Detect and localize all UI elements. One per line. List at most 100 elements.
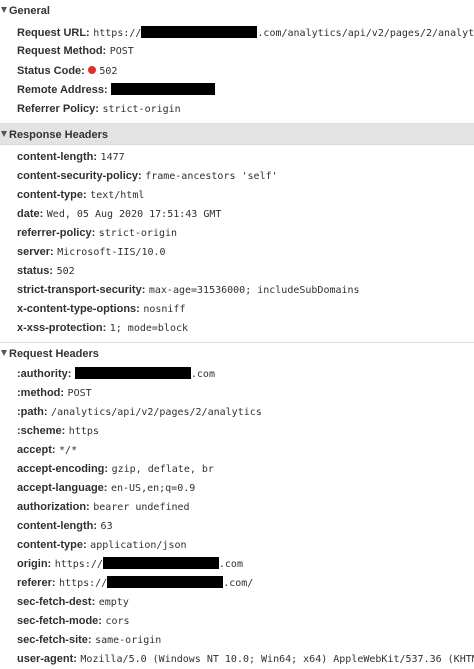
row-key: content-length: [17,151,98,163]
row-value: POST [67,388,92,399]
response-header-row: server: Microsoft-IIS/10.0 [17,243,166,261]
status-error-dot-icon [88,66,97,74]
row-value: same-origin [95,635,162,646]
row-value: Microsoft-IIS/10.0 [57,247,166,258]
row-value: 502 [56,266,75,277]
request-header-accept-language: accept-language: en-US,en;q=0.9 [17,479,195,497]
request-header-scheme: :scheme: https [17,422,99,440]
row-key: content-length: [17,520,98,532]
general-remote-address: Remote Address: [17,81,216,99]
response-header-row: date: Wed, 05 Aug 2020 17:51:43 GMT [17,205,221,223]
response-header-row: referrer-policy: strict-origin [17,224,177,242]
row-key: accept: [17,444,56,456]
triangle-down-icon[interactable] [1,350,7,356]
row-key: server: [17,246,54,258]
row-value-prefix: https:// [54,559,103,570]
row-value-suffix: .com [190,369,215,380]
row-value: strict-origin [102,104,181,115]
redacted-block [74,367,191,379]
row-value: en-US,en;q=0.9 [110,483,196,494]
request-header-origin: origin: https:// .com [17,555,243,573]
row-value: Mozilla/5.0 (Windows NT 10.0; Win64; x64… [80,654,474,665]
row-value: max-age=31536000; includeSubDomains [148,285,360,296]
row-value: https [68,426,99,437]
response-header-row: content-security-policy: frame-ancestors… [17,167,278,185]
row-value: strict-origin [98,228,178,239]
row-key: :path: [17,406,48,418]
row-key: sec-fetch-mode: [17,615,102,627]
row-key: referer: [17,577,56,589]
row-value: 1; mode=block [109,323,189,334]
request-header-referer: referer: https:// .com/ [17,574,253,592]
section-general-header[interactable]: General [0,1,474,23]
redacted-block [141,26,258,38]
row-key: status: [17,265,54,277]
row-key: authorization: [17,501,90,513]
general-request-method: Request Method: POST [17,42,134,60]
row-value: application/json [90,540,187,551]
row-value-suffix: .com/analytics/api/v2/pages/2/analytics [257,28,474,39]
row-value: gzip, deflate, br [111,464,214,475]
row-value: nosniff [143,304,186,315]
row-key: Status Code: [17,65,85,77]
triangle-down-icon[interactable] [1,7,7,13]
response-header-row: x-content-type-options: nosniff [17,300,185,318]
row-key: user-agent: [17,653,77,665]
request-header-authorization: authorization: bearer undefined [17,498,190,516]
row-key: :scheme: [17,425,66,437]
request-header-sec-fetch-dest: sec-fetch-dest: empty [17,593,129,611]
row-key: referrer-policy: [17,227,96,239]
request-header-sec-fetch-mode: sec-fetch-mode: cors [17,612,130,630]
row-value: cors [105,616,130,627]
section-title: Request Headers [9,348,99,360]
row-key: accept-language: [17,482,108,494]
row-value: /analytics/api/v2/pages/2/analytics [51,407,262,418]
response-header-row: content-length: 1477 [17,148,125,166]
row-value: 1477 [100,152,125,163]
request-header-sec-fetch-site: sec-fetch-site: same-origin [17,631,161,649]
row-value-suffix: .com/ [223,578,254,589]
row-value: frame-ancestors 'self' [145,171,278,182]
row-key: sec-fetch-site: [17,634,92,646]
row-value-suffix: .com [218,559,243,570]
row-key: x-content-type-options: [17,303,140,315]
row-key: content-security-policy: [17,170,142,182]
row-key: origin: [17,558,52,570]
section-title: Response Headers [9,129,109,141]
row-value: */* [59,445,78,456]
request-header-content-length: content-length: 63 [17,517,113,535]
row-key: content-type: [17,189,87,201]
row-key: Referrer Policy: [17,103,99,115]
request-header-content-type: content-type: application/json [17,536,187,554]
request-header-accept: accept: */* [17,441,77,459]
redacted-block [107,576,224,588]
response-header-row: content-type: text/html [17,186,144,204]
row-key: accept-encoding: [17,463,109,475]
response-header-row: x-xss-protection: 1; mode=block [17,319,188,337]
row-value: empty [98,597,129,608]
row-key: :method: [17,387,65,399]
row-key: x-xss-protection: [17,322,107,334]
row-value: POST [109,46,134,57]
request-header-user-agent: user-agent: Mozilla/5.0 (Windows NT 10.0… [17,650,474,668]
row-key: strict-transport-security: [17,284,146,296]
request-header-accept-encoding: accept-encoding: gzip, deflate, br [17,460,214,478]
request-header-authority: :authority: .com [17,365,215,383]
row-key: content-type: [17,539,87,551]
request-header-path: :path: /analytics/api/v2/pages/2/analyti… [17,403,262,421]
response-header-row: strict-transport-security: max-age=31536… [17,281,360,299]
row-value: 63 [100,521,113,532]
general-referrer-policy: Referrer Policy: strict-origin [17,100,181,118]
section-request-headers-header[interactable]: Request Headers [0,342,474,364]
redacted-block [111,83,216,95]
section-response-headers-header[interactable]: Response Headers [0,123,474,145]
triangle-down-icon[interactable] [1,131,7,137]
row-value: 502 [99,66,118,77]
row-value: Wed, 05 Aug 2020 17:51:43 GMT [46,209,222,220]
row-key: Remote Address: [17,84,108,96]
section-title: General [9,5,50,17]
row-value: text/html [90,190,145,201]
row-key: :authority: [17,368,72,380]
row-value-prefix: https:// [59,578,108,589]
request-header-method: :method: POST [17,384,92,402]
